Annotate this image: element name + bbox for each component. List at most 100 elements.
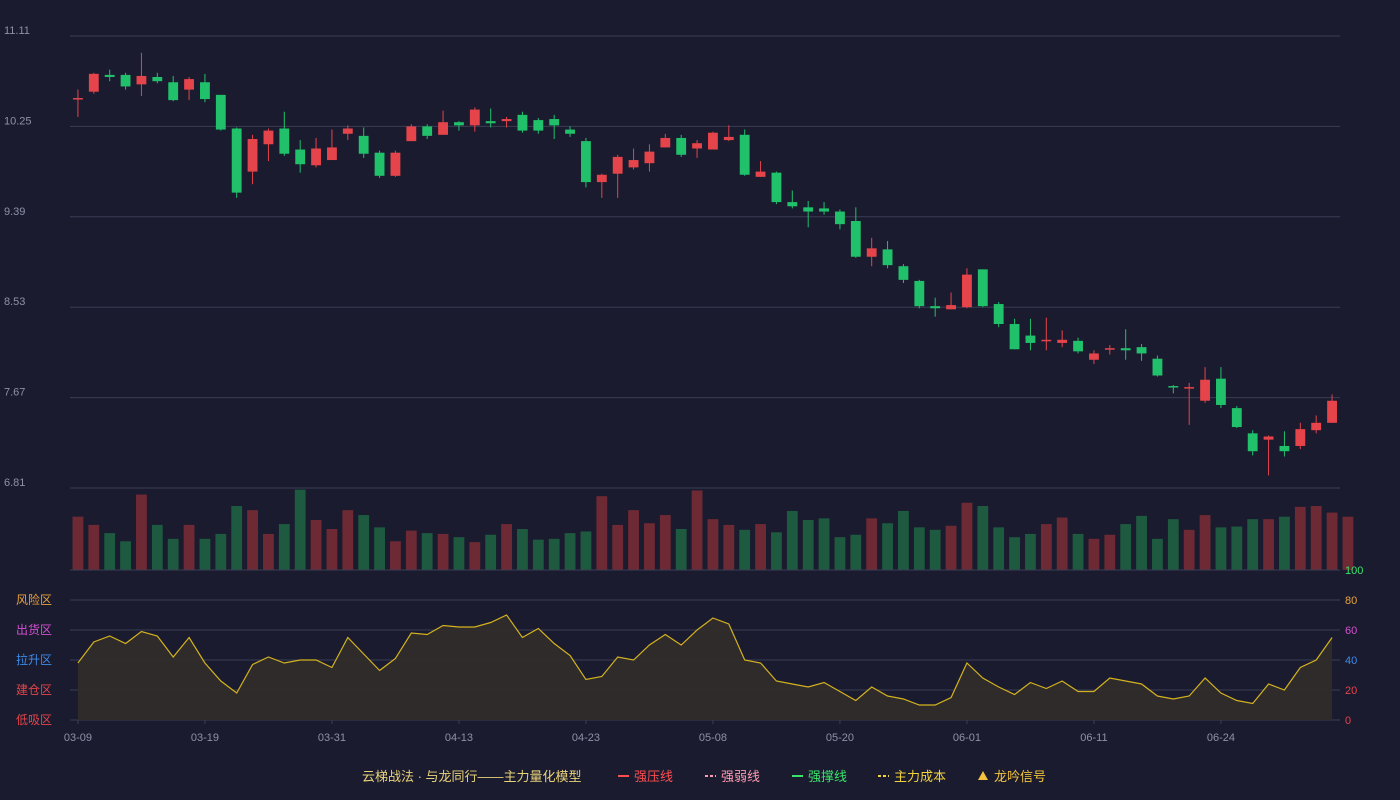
candle-body — [660, 137, 671, 148]
candle — [914, 279, 925, 309]
x-tick-label: 06-24 — [1207, 732, 1235, 744]
candle-body — [676, 137, 687, 155]
zone-label: 拉升区 — [16, 652, 52, 667]
candle-body — [200, 82, 210, 100]
candle-body — [708, 132, 718, 150]
volume-bar — [1072, 533, 1084, 570]
volume-bar — [1152, 538, 1163, 570]
volume-bar — [1263, 519, 1274, 570]
candle-body — [279, 128, 290, 154]
volume-bar — [929, 529, 941, 570]
volume-bar — [786, 510, 798, 570]
candle-body — [1327, 400, 1337, 423]
volume-bar — [342, 510, 354, 570]
candle — [676, 134, 687, 157]
zone-label: 风险区 — [16, 592, 52, 607]
volume-bar — [1040, 524, 1052, 570]
volume-bar — [405, 530, 417, 570]
volume-bar — [945, 525, 957, 570]
volume-bar — [818, 518, 830, 570]
candle-body — [485, 121, 496, 124]
volume-bar — [771, 532, 782, 570]
candle-body — [1168, 386, 1179, 388]
candle-body — [819, 208, 829, 212]
volume-bar — [850, 534, 862, 570]
candle-body — [1311, 422, 1322, 431]
candle-body — [311, 148, 321, 166]
volume-bar — [136, 494, 147, 570]
volume-bar — [263, 533, 274, 570]
candle-body — [930, 306, 941, 309]
volume-bar — [167, 538, 179, 570]
candle-body — [803, 207, 814, 212]
volume-bar — [278, 524, 290, 570]
volume-bar — [104, 533, 116, 570]
volume-bar — [247, 510, 258, 570]
candle-body — [787, 202, 798, 207]
volume-bar — [659, 515, 671, 570]
candle-body — [136, 75, 147, 85]
legend-label: 主力成本 — [894, 769, 946, 784]
volume-bar — [977, 506, 989, 570]
volume-bar — [1025, 533, 1036, 570]
volume-bar — [961, 502, 973, 570]
volume-bar — [532, 539, 544, 570]
volume-bar — [151, 524, 163, 570]
indicator-tick-label: 40 — [1345, 655, 1357, 667]
volume-bar — [88, 524, 100, 570]
candle-body — [1057, 339, 1068, 343]
volume-bar — [612, 524, 624, 570]
volume-bar — [231, 506, 243, 570]
candle-body — [1263, 436, 1274, 440]
candle-body — [1089, 353, 1099, 360]
volume-bar — [913, 527, 925, 570]
volume-bar — [183, 524, 195, 570]
volume-bar — [707, 519, 719, 570]
candle-body — [771, 172, 782, 203]
legend-title: 云梯战法 · 与龙同行——主力量化模型 — [362, 769, 582, 784]
candle-body — [962, 274, 972, 308]
candle — [993, 301, 1004, 328]
volume-bar — [1199, 515, 1211, 570]
volume-bar — [485, 534, 497, 570]
candle-body — [723, 136, 734, 141]
legend-label: 强撑线 — [808, 769, 847, 784]
volume-bar — [564, 533, 576, 570]
candle-body — [1247, 433, 1258, 452]
candle-body — [549, 119, 560, 126]
candle-body — [104, 74, 115, 77]
candle — [88, 72, 99, 94]
candle-body — [755, 171, 766, 177]
volume-bar — [1183, 529, 1195, 570]
legend-label: 强压线 — [634, 769, 673, 784]
candle-body — [374, 152, 385, 176]
indicator-tick-label: 60 — [1345, 625, 1357, 637]
candle-body — [120, 74, 131, 87]
candle-body — [1279, 445, 1290, 452]
x-tick-label: 06-11 — [1080, 732, 1107, 744]
volume-bar — [517, 529, 528, 570]
x-tick-label: 04-23 — [572, 732, 600, 744]
price-tick-label: 11.11 — [4, 25, 30, 37]
volume-bar — [358, 515, 370, 570]
volume-bar — [1231, 526, 1243, 570]
volume-bar — [310, 519, 322, 570]
zone-label: 出货区 — [16, 622, 52, 637]
volume-bar — [390, 541, 401, 570]
volume-bar — [1088, 538, 1100, 570]
zone-label: 建仓区 — [16, 683, 52, 697]
price-tick-label: 7.67 — [4, 387, 25, 399]
candle-body — [469, 109, 480, 126]
candle — [215, 94, 226, 131]
candle-body — [1200, 379, 1210, 401]
volume-bar — [1310, 506, 1322, 570]
candle-body — [1295, 429, 1306, 446]
candle-body — [533, 120, 544, 131]
volume-bar — [993, 527, 1005, 570]
candle-body — [295, 149, 306, 165]
volume-bar — [739, 529, 751, 570]
candle-body — [501, 119, 512, 122]
volume-bar — [1167, 519, 1179, 570]
candle-body — [422, 126, 433, 136]
volume-bar — [326, 529, 338, 570]
